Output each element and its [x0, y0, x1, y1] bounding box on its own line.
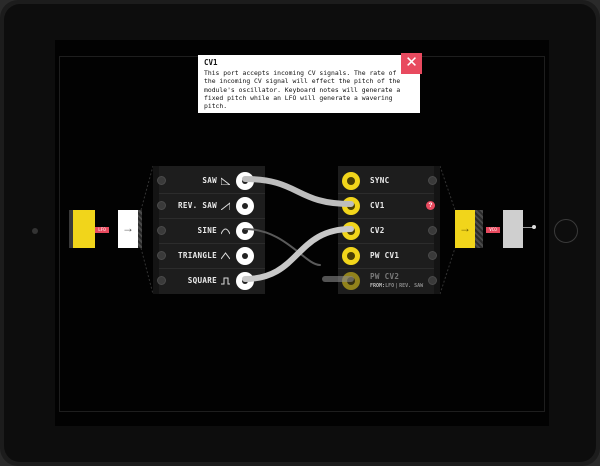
cable-square-cv2	[242, 226, 354, 282]
camera-icon	[32, 228, 38, 234]
device-frame: CV1 This port accepts incoming CV signal…	[0, 0, 600, 466]
home-button[interactable]	[554, 219, 578, 243]
cable-saw-cv1	[242, 176, 354, 207]
app-screen: CV1 This port accepts incoming CV signal…	[55, 40, 549, 426]
patch-cables	[242, 176, 354, 282]
